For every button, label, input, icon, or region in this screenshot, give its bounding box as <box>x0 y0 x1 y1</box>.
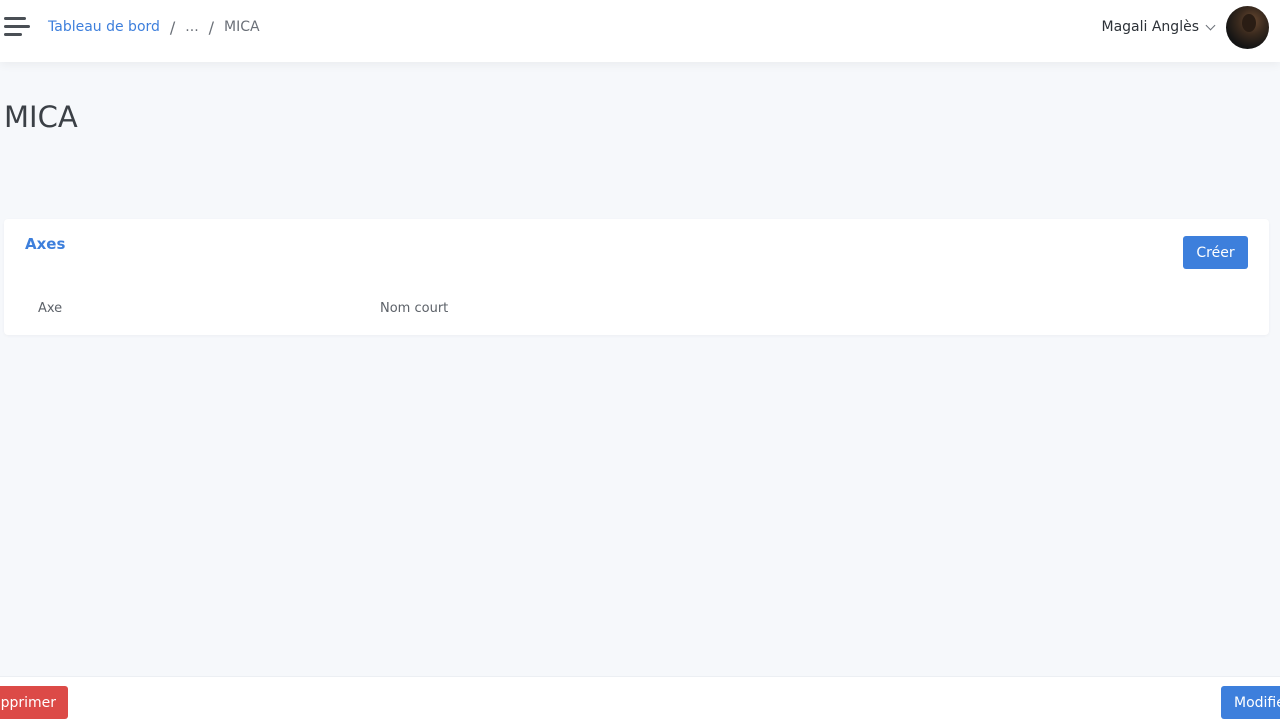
chevron-down-icon <box>1205 20 1216 30</box>
action-bar: Supprimer Modifier <box>0 676 1280 720</box>
breadcrumb-current: MICA <box>224 19 260 35</box>
avatar[interactable] <box>1226 6 1269 49</box>
breadcrumb-separator: / <box>208 17 215 37</box>
column-header-axe[interactable]: Axe <box>38 301 62 316</box>
page-title: MICA <box>4 100 78 134</box>
user-menu[interactable]: Magali Anglès <box>1101 0 1216 54</box>
edit-button[interactable]: Modifier <box>1221 686 1280 719</box>
delete-button[interactable]: Supprimer <box>0 686 68 719</box>
breadcrumb: Tableau de bord / ... / MICA <box>48 0 260 54</box>
axes-card: Axes Créer Axe Nom court <box>4 219 1269 335</box>
breadcrumb-ellipsis[interactable]: ... <box>185 19 198 35</box>
axes-table-header: Axe Nom court <box>4 301 1269 321</box>
breadcrumb-home-link[interactable]: Tableau de bord <box>48 19 160 35</box>
user-name: Magali Anglès <box>1101 19 1200 35</box>
create-button[interactable]: Créer <box>1183 236 1248 269</box>
menu-toggle-icon[interactable] <box>4 16 30 38</box>
column-header-nom-court[interactable]: Nom court <box>380 301 448 316</box>
axes-card-title: Axes <box>25 235 66 253</box>
top-navbar: Tableau de bord / ... / MICA Magali Angl… <box>0 0 1280 62</box>
breadcrumb-separator: / <box>169 17 176 37</box>
